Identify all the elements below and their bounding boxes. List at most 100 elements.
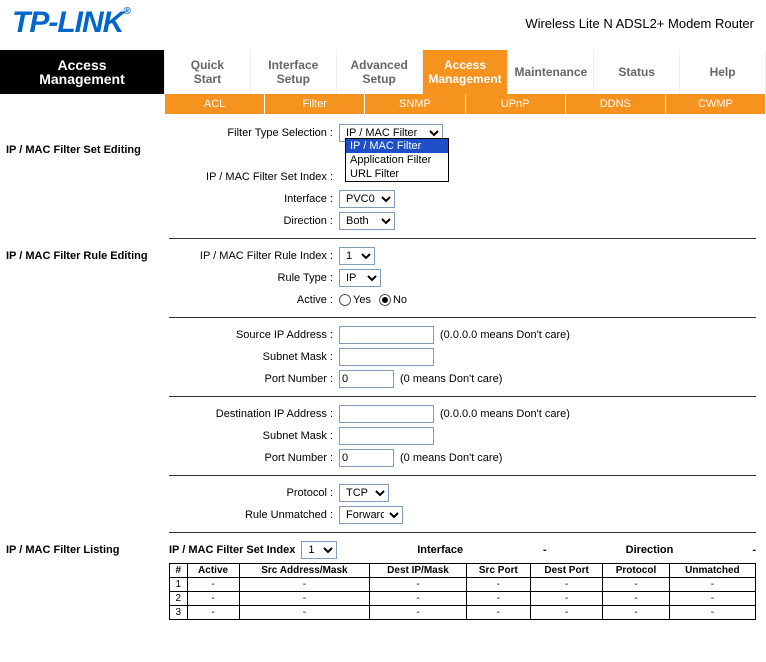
label-dst-mask: Subnet Mask : xyxy=(169,430,339,442)
subnav-cwmp[interactable]: CWMP xyxy=(666,94,766,114)
table-cell: - xyxy=(466,592,530,606)
src-mask-input[interactable] xyxy=(339,348,434,366)
active-yes-label: Yes xyxy=(353,294,371,306)
src-ip-input[interactable] xyxy=(339,326,434,344)
listing-direction-label: Direction xyxy=(553,544,747,556)
listing-title: IP / MAC Filter Set Index xyxy=(169,544,295,556)
label-dst-ip: Destination IP Address : xyxy=(169,408,339,420)
label-rule-index: IP / MAC Filter Rule Index : xyxy=(169,250,339,262)
hint-src-ip: (0.0.0.0 means Don't care) xyxy=(440,329,570,341)
nav-status[interactable]: Status xyxy=(594,50,680,94)
filter-listing-table: # Active Src Address/Mask Dest IP/Mask S… xyxy=(169,563,756,620)
content: Filter Type Selection : IP / MAC Filter … xyxy=(165,114,766,628)
subnav-upnp[interactable]: UPnP xyxy=(466,94,566,114)
table-cell: - xyxy=(239,592,370,606)
th-dstport: Dest Port xyxy=(531,564,603,578)
label-interface: Interface : xyxy=(169,193,339,205)
nav-section-title: AccessManagement xyxy=(0,50,165,94)
label-src-mask: Subnet Mask : xyxy=(169,351,339,363)
table-cell: 2 xyxy=(170,592,188,606)
table-cell: - xyxy=(531,592,603,606)
label-direction: Direction : xyxy=(169,215,339,227)
listing-interface-val: - xyxy=(543,544,547,556)
table-cell: - xyxy=(669,606,755,620)
table-cell: 1 xyxy=(170,578,188,592)
th-dst: Dest IP/Mask xyxy=(370,564,466,578)
logo: TP-LINK® xyxy=(12,6,130,40)
th-num: # xyxy=(170,564,188,578)
listing-interface-label: Interface xyxy=(343,544,537,556)
table-cell: - xyxy=(603,592,670,606)
direction-select[interactable]: Both xyxy=(339,212,395,230)
filter-type-dropdown[interactable]: IP / MAC Filter Application Filter URL F… xyxy=(345,138,449,182)
label-protocol: Protocol : xyxy=(169,487,339,499)
dst-ip-input[interactable] xyxy=(339,405,434,423)
subnav-snmp[interactable]: SNMP xyxy=(365,94,465,114)
unmatched-select[interactable]: Forward xyxy=(339,506,403,524)
table-cell: - xyxy=(603,606,670,620)
sidebar-rule-editing: IP / MAC Filter Rule Editing xyxy=(6,250,159,262)
listing-index-select[interactable]: 1 xyxy=(301,541,337,559)
label-filter-type: Filter Type Selection : xyxy=(169,127,339,139)
th-protocol: Protocol xyxy=(603,564,670,578)
rule-type-select[interactable]: IP xyxy=(339,269,381,287)
hint-src-port: (0 means Don't care) xyxy=(400,373,502,385)
table-row: 2------- xyxy=(170,592,756,606)
table-cell: - xyxy=(239,578,370,592)
sidebar-set-editing: IP / MAC Filter Set Editing xyxy=(6,144,159,156)
dst-mask-input[interactable] xyxy=(339,427,434,445)
subnav-acl[interactable]: ACL xyxy=(165,94,265,114)
table-cell: - xyxy=(531,606,603,620)
th-srcport: Src Port xyxy=(466,564,530,578)
table-row: 1------- xyxy=(170,578,756,592)
active-no-label: No xyxy=(393,294,407,306)
table-cell: - xyxy=(187,578,239,592)
table-cell: - xyxy=(603,578,670,592)
th-active: Active xyxy=(187,564,239,578)
sub-nav: ACL Filter SNMP UPnP DDNS CWMP xyxy=(165,94,766,114)
nav-access-management[interactable]: AccessManagement xyxy=(423,50,509,94)
label-src-ip: Source IP Address : xyxy=(169,329,339,341)
dst-port-input[interactable] xyxy=(339,449,394,467)
subnav-ddns[interactable]: DDNS xyxy=(566,94,666,114)
label-active: Active : xyxy=(169,294,339,306)
table-cell: - xyxy=(370,592,466,606)
table-cell: - xyxy=(531,578,603,592)
nav-help[interactable]: Help xyxy=(680,50,766,94)
listing-header: IP / MAC Filter Set Index 1 Interface - … xyxy=(169,539,756,563)
table-cell: - xyxy=(466,606,530,620)
active-no-radio[interactable] xyxy=(379,294,391,306)
src-port-input[interactable] xyxy=(339,370,394,388)
listing-direction-val: - xyxy=(752,544,756,556)
hint-dst-port: (0 means Don't care) xyxy=(400,452,502,464)
table-cell: - xyxy=(466,578,530,592)
table-cell: 3 xyxy=(170,606,188,620)
table-header-row: # Active Src Address/Mask Dest IP/Mask S… xyxy=(170,564,756,578)
option-url-filter[interactable]: URL Filter xyxy=(346,167,448,181)
header: TP-LINK® Wireless Lite N ADSL2+ Modem Ro… xyxy=(0,0,766,50)
sidebar: IP / MAC Filter Set Editing IP / MAC Fil… xyxy=(0,114,165,628)
hint-dst-ip: (0.0.0.0 means Don't care) xyxy=(440,408,570,420)
table-row: 3------- xyxy=(170,606,756,620)
nav-advanced-setup[interactable]: AdvancedSetup xyxy=(337,50,423,94)
option-ip-mac-filter[interactable]: IP / MAC Filter xyxy=(346,139,448,153)
label-set-index: IP / MAC Filter Set Index : xyxy=(169,171,339,183)
nav-interface-setup[interactable]: InterfaceSetup xyxy=(251,50,337,94)
product-subtitle: Wireless Lite N ADSL2+ Modem Router xyxy=(525,16,754,31)
active-yes-radio[interactable] xyxy=(339,294,351,306)
table-cell: - xyxy=(370,578,466,592)
label-dst-port: Port Number : xyxy=(169,452,339,464)
label-unmatched: Rule Unmatched : xyxy=(169,509,339,521)
table-cell: - xyxy=(669,578,755,592)
table-cell: - xyxy=(669,592,755,606)
th-unmatched: Unmatched xyxy=(669,564,755,578)
option-application-filter[interactable]: Application Filter xyxy=(346,153,448,167)
table-cell: - xyxy=(239,606,370,620)
subnav-filter[interactable]: Filter xyxy=(265,94,365,114)
interface-select[interactable]: PVC0 xyxy=(339,190,395,208)
nav-maintenance[interactable]: Maintenance xyxy=(508,50,594,94)
main-nav: AccessManagement QuickStart InterfaceSet… xyxy=(0,50,766,94)
nav-quick-start[interactable]: QuickStart xyxy=(165,50,251,94)
rule-index-select[interactable]: 1 xyxy=(339,247,375,265)
protocol-select[interactable]: TCP xyxy=(339,484,389,502)
